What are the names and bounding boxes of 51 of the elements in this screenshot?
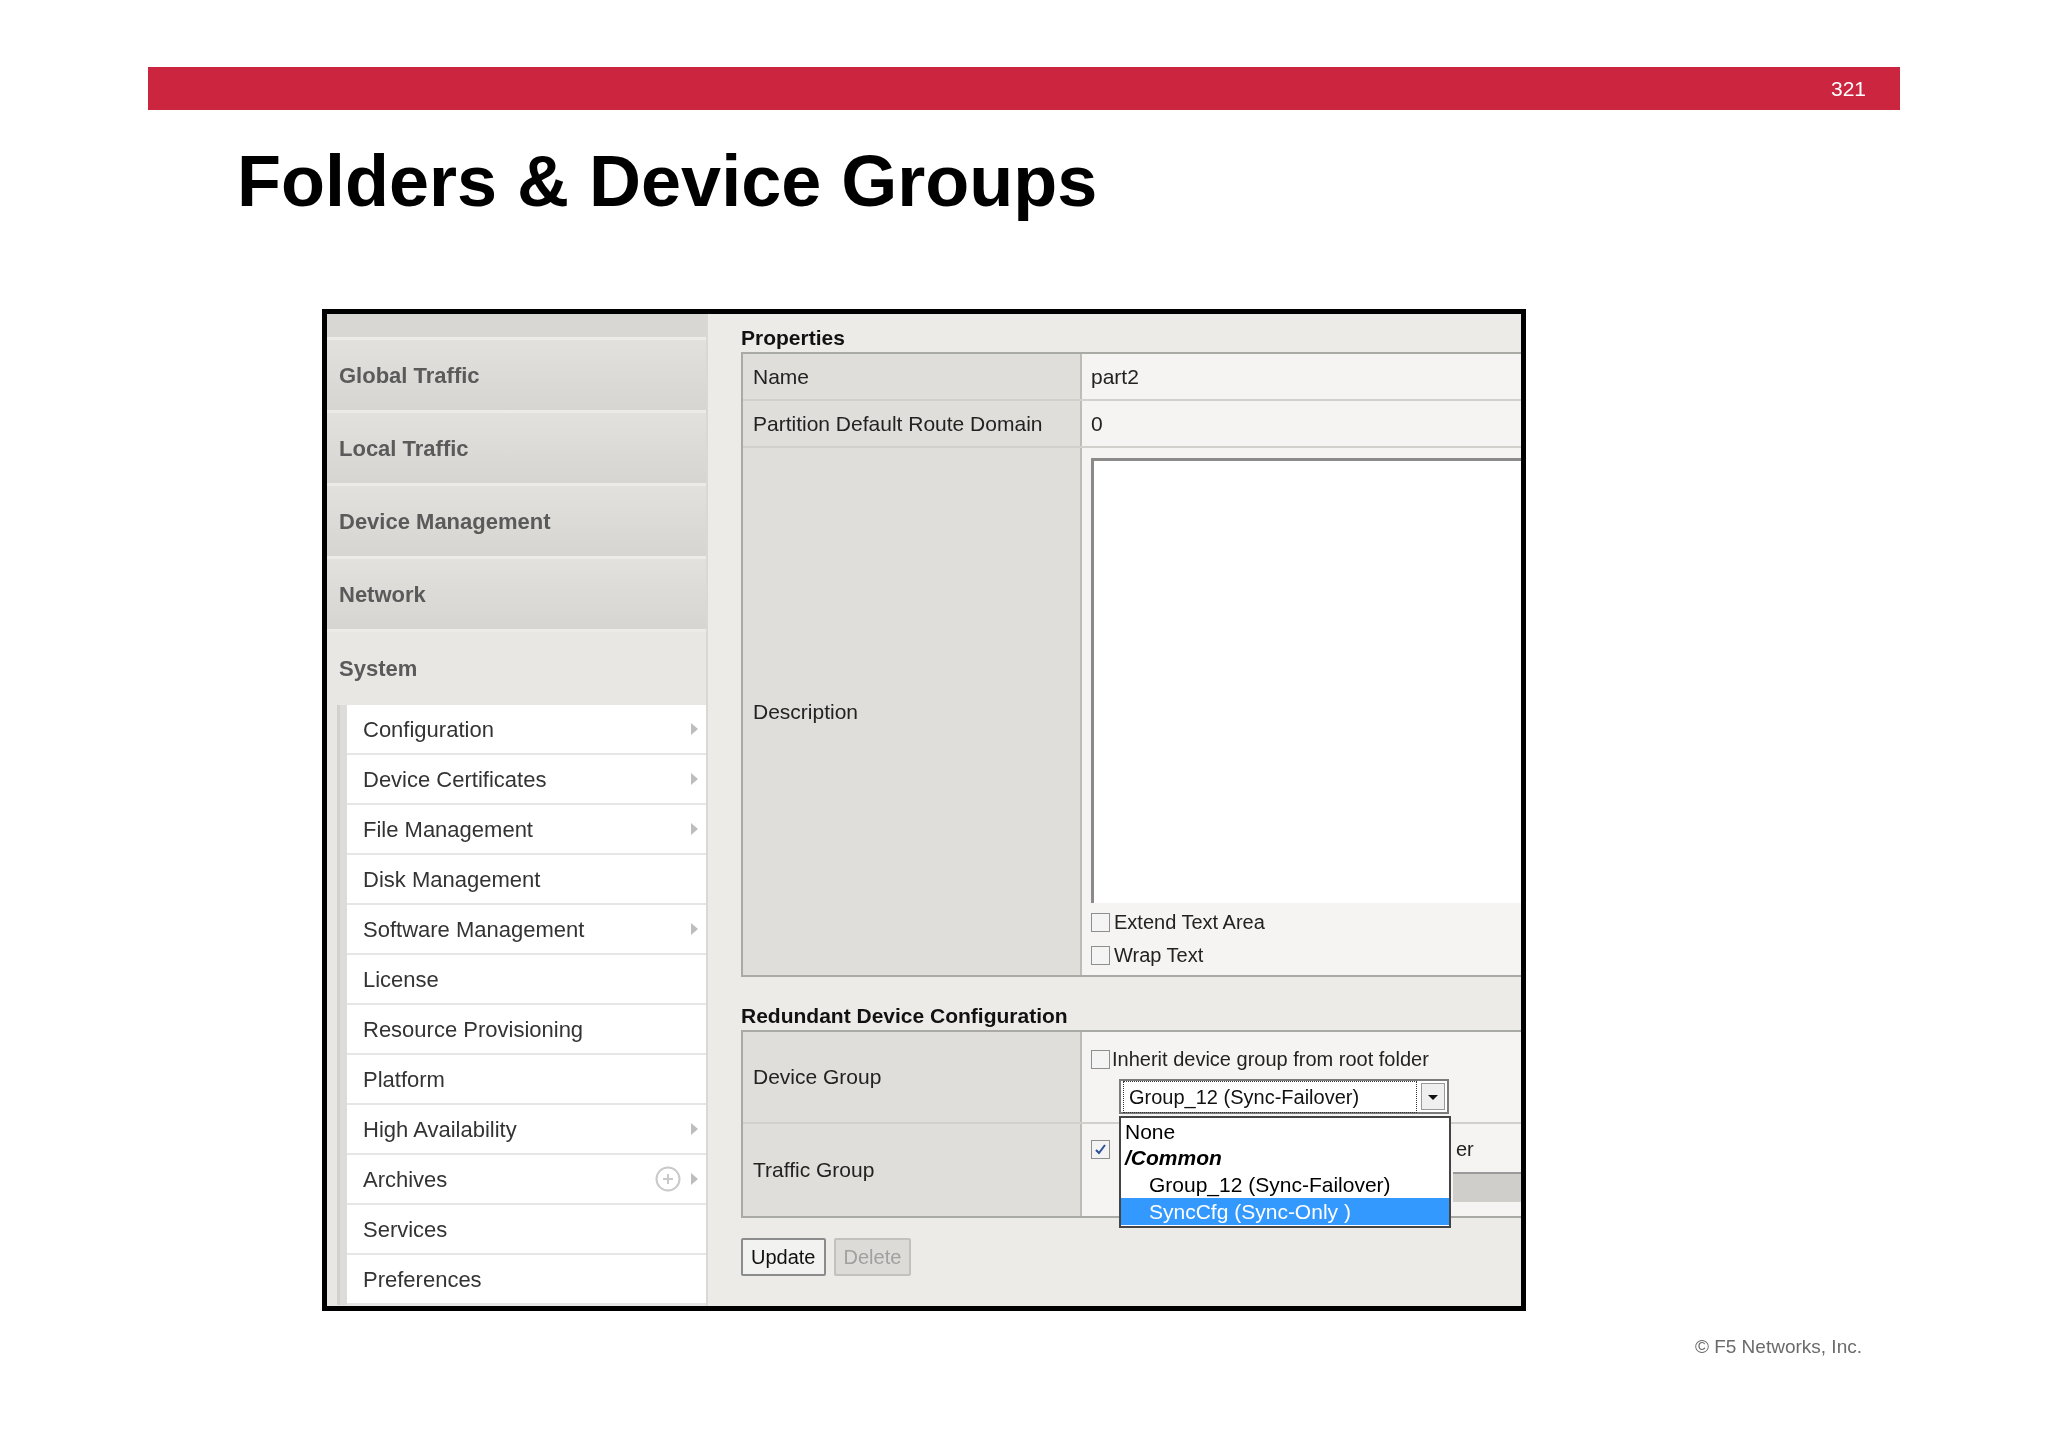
property-value: 0 [1091,410,1104,437]
property-label: Device Group [743,1032,1082,1122]
section-title: Properties [741,325,846,351]
chevron-right-icon [691,773,698,785]
property-label: Name [743,354,1082,399]
nav-item[interactable]: Archives [347,1155,706,1205]
nav-item[interactable]: Resource Provisioning [347,1005,706,1055]
checkbox-label: er [1456,1137,1474,1162]
nav-item[interactable]: Disk Management [347,855,706,905]
nav-item[interactable]: Device Certificates [347,755,706,805]
page-number: 321 [1830,75,1866,102]
nav-section[interactable]: Global Traffic [327,340,706,413]
nav-section[interactable]: Local Traffic [327,413,706,486]
slide-title: Folders & Device Groups [237,140,1099,222]
checkbox[interactable] [1091,945,1110,965]
nav-item[interactable]: License [347,955,706,1005]
form-button[interactable]: Update [741,1238,826,1276]
nav-item[interactable]: File Management [347,805,706,855]
traffic-group-select[interactable] [1453,1172,1521,1202]
add-icon[interactable] [655,1166,681,1192]
nav-item[interactable]: Services [347,1205,706,1255]
checkbox-label: Extend Text Area [1114,910,1265,935]
checkmark-icon [1094,1142,1107,1156]
description-field[interactable] [1091,458,1521,903]
nav-section[interactable]: Device Management [327,486,706,559]
nav-item[interactable]: Preferences [347,1255,706,1305]
chevron-right-icon [691,823,698,835]
nav-item[interactable]: Platform [347,1055,706,1105]
dropdown-option[interactable]: Group_12 (Sync-Failover) [1121,1171,1449,1198]
device-group-select[interactable]: Group_12 (Sync-Failover) [1119,1079,1449,1114]
copyright-footer: © F5 Networks, Inc. [1694,1333,1862,1362]
section-title: Redundant Device Configuration [741,1003,1069,1029]
chevron-right-icon [691,723,698,735]
nav-item[interactable]: High Availability [347,1105,706,1155]
checkbox[interactable] [1091,1139,1110,1159]
chevron-right-icon [691,1123,698,1135]
property-value: part2 [1091,363,1140,390]
checkbox[interactable] [1091,912,1110,932]
nav-section[interactable]: Network [327,559,706,632]
nav-item[interactable]: Software Management [347,905,706,955]
property-label: Description [743,448,1082,975]
nav-item[interactable]: Configuration [347,705,706,755]
dropdown-option[interactable]: None [1121,1118,1449,1145]
property-label: Partition Default Route Domain [743,401,1082,446]
checkbox-label: Wrap Text [1114,943,1204,968]
checkbox-label: Inherit device group from root folder [1112,1047,1429,1072]
option-group-label: /Common [1123,1145,1223,1171]
chevron-right-icon [691,923,698,935]
chevron-right-icon [691,1173,698,1185]
property-label: Traffic Group [743,1124,1082,1216]
checkbox[interactable] [1091,1049,1110,1069]
